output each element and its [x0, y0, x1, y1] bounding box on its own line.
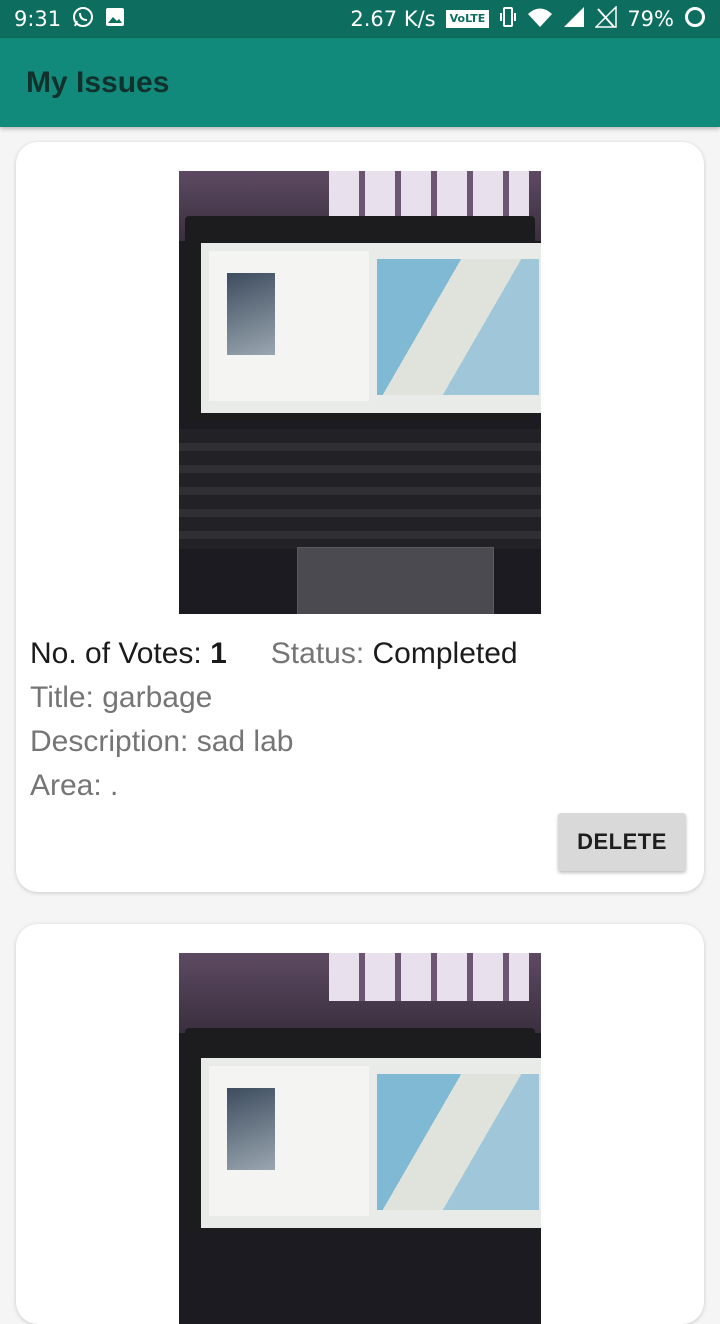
battery-icon [684, 6, 706, 33]
gallery-icon [105, 7, 125, 32]
delete-button[interactable]: DELETE [558, 813, 686, 871]
battery-percent: 79% [627, 7, 674, 31]
no-signal-icon [594, 4, 618, 33]
vibrate-icon [499, 6, 517, 33]
issue-details: No. of Votes: 1 Status: Completed Title: … [30, 632, 518, 808]
issue-area: Area: . [30, 769, 119, 802]
app-bar: My Issues [0, 38, 720, 127]
net-speed: 2.67 K/s [350, 7, 436, 31]
issue-card: No. of Votes: 1 Status: Completed Title: … [16, 142, 704, 892]
status-value: Completed [372, 637, 518, 670]
issue-photo[interactable] [179, 171, 541, 614]
status-bar: 9:31 2.67 K/s VoLTE 79% [0, 0, 720, 38]
votes-count: 1 [210, 637, 227, 670]
votes-row: No. of Votes: 1 Status: Completed [30, 632, 518, 676]
volte-badge: VoLTE [445, 10, 490, 28]
clock: 9:31 [14, 7, 62, 31]
issue-card [16, 924, 704, 1324]
issue-description: Description: sad lab [30, 725, 294, 758]
status-label: Status: [270, 637, 373, 670]
wifi-icon [527, 6, 553, 33]
issue-photo[interactable] [179, 953, 541, 1324]
page-title: My Issues [26, 66, 170, 99]
whatsapp-icon [71, 5, 95, 34]
signal-icon [563, 6, 585, 33]
votes-label: No. of Votes: [30, 637, 211, 670]
issue-title: Title: garbage [30, 681, 213, 714]
